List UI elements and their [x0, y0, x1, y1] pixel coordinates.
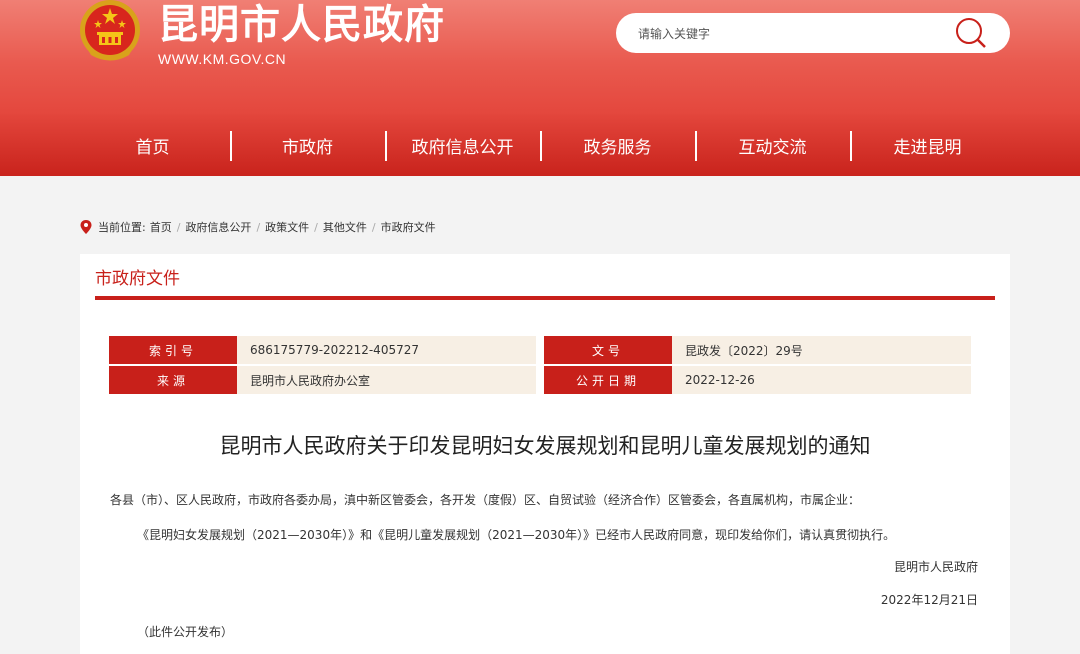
document-date: 2022年12月21日: [880, 593, 978, 607]
meta-row-publish-date: 公开日期 2022-12-26: [544, 366, 971, 394]
breadcrumb-information-disclosure[interactable]: 政府信息公开: [185, 219, 251, 235]
content-card: 市政府文件 索引号 686175779-202212-405727 来源 昆明市…: [80, 254, 1010, 654]
nav-item-home[interactable]: 首页: [75, 133, 230, 158]
meta-label: 来源: [109, 366, 237, 394]
document-recipients: 各县（市）、区人民政府，市政府各委办局，滇中新区管委会，各开发（度假）区、自贸试…: [110, 493, 861, 507]
site-header: 昆明市人民政府 WWW.KM.GOV.CN: [0, 0, 1080, 114]
meta-value: 昆明市人民政府办公室: [237, 366, 536, 394]
breadcrumb-city-government-documents[interactable]: 市政府文件: [381, 219, 436, 235]
nav-item-information-disclosure[interactable]: 政府信息公开: [385, 130, 540, 161]
meta-value: 昆政发〔2022〕29号: [672, 336, 971, 364]
section-divider: [95, 296, 995, 300]
breadcrumb-separator: /: [371, 220, 376, 234]
breadcrumb-home[interactable]: 首页: [150, 219, 172, 235]
meta-label: 索引号: [109, 336, 237, 364]
breadcrumb-separator: /: [176, 220, 181, 234]
search-bar: [616, 13, 1010, 55]
main-nav: 首页 市政府 政府信息公开 政务服务 互动交流 走进昆明: [0, 114, 1080, 176]
document-note: （此件公开发布）: [137, 625, 234, 639]
nav-item-about-kunming[interactable]: 走进昆明: [850, 130, 1005, 161]
meta-label: 文号: [544, 336, 672, 364]
meta-value: 2022-12-26: [672, 366, 971, 394]
breadcrumb-prefix: 当前位置:: [98, 221, 146, 234]
breadcrumb-other-documents[interactable]: 其他文件: [323, 219, 367, 235]
site-title[interactable]: 昆明市人民政府: [158, 0, 445, 50]
section-title: 市政府文件: [95, 269, 180, 289]
meta-row-doc-number: 文号 昆政发〔2022〕29号: [544, 336, 971, 364]
location-pin-icon: [80, 220, 92, 234]
meta-row-index: 索引号 686175779-202212-405727: [109, 336, 536, 364]
breadcrumb: 当前位置: 首页 / 政府信息公开 / 政策文件 / 其他文件 / 市政府文件: [80, 219, 436, 235]
search-icon[interactable]: [952, 17, 992, 49]
site-url[interactable]: WWW.KM.GOV.CN: [158, 51, 286, 67]
breadcrumb-policy-documents[interactable]: 政策文件: [265, 219, 309, 235]
document-signature: 昆明市人民政府: [893, 560, 978, 574]
meta-row-source: 来源 昆明市人民政府办公室: [109, 366, 536, 394]
national-emblem-icon[interactable]: [77, 0, 143, 66]
nav-item-city-government[interactable]: 市政府: [230, 130, 385, 161]
breadcrumb-separator: /: [256, 220, 261, 234]
meta-table-left: 索引号 686175779-202212-405727 来源 昆明市人民政府办公…: [109, 336, 536, 396]
document-title: 昆明市人民政府关于印发昆明妇女发展规划和昆明儿童发展规划的通知: [219, 434, 871, 458]
nav-item-interaction[interactable]: 互动交流: [695, 130, 850, 161]
breadcrumb-separator: /: [314, 220, 318, 234]
nav-item-government-services[interactable]: 政务服务: [540, 130, 695, 161]
meta-label: 公开日期: [544, 366, 672, 394]
meta-value: 686175779-202212-405727: [237, 336, 536, 364]
meta-table-right: 文号 昆政发〔2022〕29号 公开日期 2022-12-26: [544, 336, 971, 396]
document-body: 《昆明妇女发展规划（2021—2030年）》和《昆明儿童发展规划（2021—20…: [137, 528, 896, 542]
search-input[interactable]: [636, 13, 940, 55]
